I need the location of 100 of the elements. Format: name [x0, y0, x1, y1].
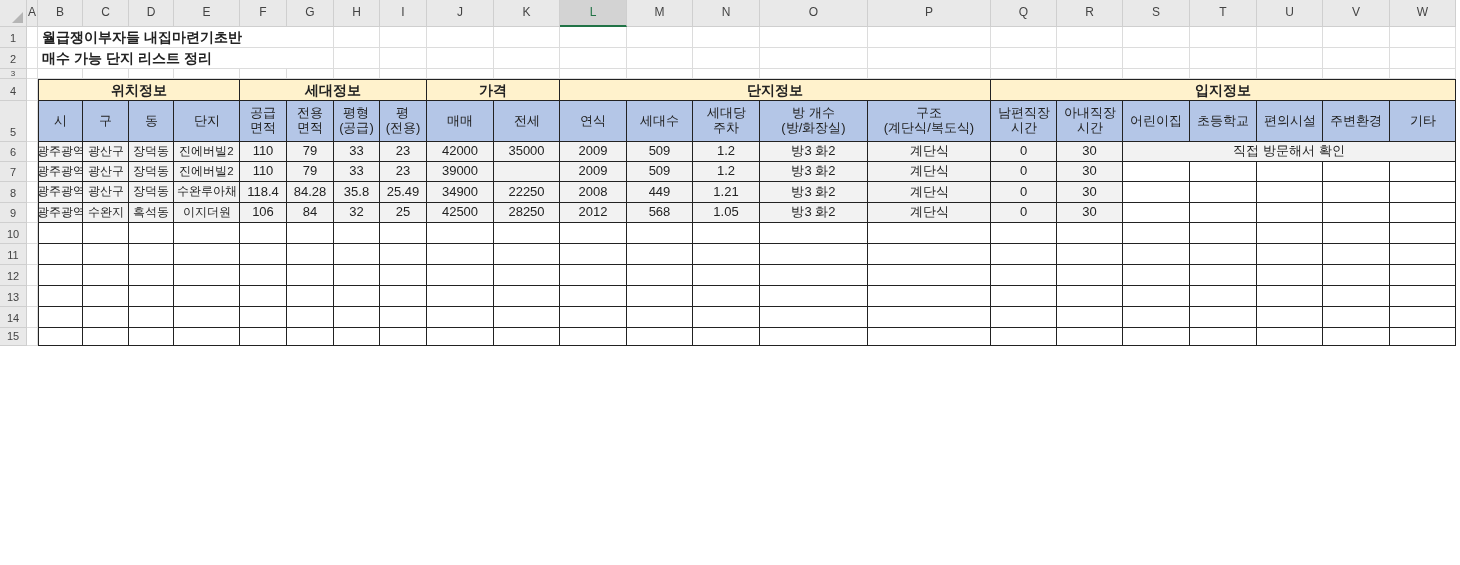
empty-cell[interactable] [760, 244, 868, 265]
empty-cell[interactable] [627, 328, 693, 346]
column-header[interactable]: A [27, 0, 38, 27]
empty-cell[interactable] [1190, 162, 1257, 182]
empty-cell[interactable] [693, 223, 760, 244]
empty-cell[interactable] [380, 265, 427, 286]
empty-cell[interactable] [1057, 223, 1123, 244]
empty-cell[interactable] [240, 265, 287, 286]
empty-cell[interactable] [560, 307, 627, 328]
column-header[interactable]: O [760, 0, 868, 27]
column-header[interactable]: D [129, 0, 174, 27]
column-header[interactable]: J [427, 0, 494, 27]
empty-cell[interactable] [240, 223, 287, 244]
column-header[interactable]: L [560, 0, 627, 27]
empty-cell[interactable] [1323, 203, 1390, 223]
empty-cell[interactable] [868, 223, 991, 244]
empty-cell[interactable] [1057, 328, 1123, 346]
column-header[interactable]: T [1190, 0, 1257, 27]
empty-cell[interactable] [1257, 203, 1323, 223]
empty-cell[interactable] [991, 307, 1057, 328]
empty-cell[interactable] [129, 223, 174, 244]
empty-cell[interactable] [693, 244, 760, 265]
empty-cell[interactable] [1123, 307, 1190, 328]
empty-cell[interactable] [494, 286, 560, 307]
empty-cell[interactable] [129, 244, 174, 265]
empty-cell[interactable] [334, 286, 380, 307]
empty-cell[interactable] [1190, 182, 1257, 203]
empty-cell[interactable] [427, 328, 494, 346]
empty-cell[interactable] [560, 265, 627, 286]
empty-cell[interactable] [1390, 203, 1456, 223]
empty-cell[interactable] [1323, 286, 1390, 307]
empty-cell[interactable] [560, 244, 627, 265]
row-header[interactable]: 12 [0, 265, 27, 286]
empty-cell[interactable] [83, 286, 129, 307]
column-header[interactable]: N [693, 0, 760, 27]
empty-cell[interactable] [991, 328, 1057, 346]
empty-cell[interactable] [868, 328, 991, 346]
empty-cell[interactable] [760, 223, 868, 244]
column-header[interactable]: U [1257, 0, 1323, 27]
empty-cell[interactable] [1190, 328, 1257, 346]
empty-cell[interactable] [991, 286, 1057, 307]
empty-cell[interactable] [868, 286, 991, 307]
column-header[interactable]: S [1123, 0, 1190, 27]
empty-cell[interactable] [1190, 286, 1257, 307]
empty-cell[interactable] [760, 265, 868, 286]
row-header[interactable]: 3 [0, 69, 27, 79]
empty-cell[interactable] [1190, 223, 1257, 244]
empty-cell[interactable] [427, 223, 494, 244]
empty-cell[interactable] [38, 328, 83, 346]
row-header[interactable]: 9 [0, 203, 27, 223]
empty-cell[interactable] [427, 307, 494, 328]
empty-cell[interactable] [1323, 244, 1390, 265]
empty-cell[interactable] [1190, 307, 1257, 328]
empty-cell[interactable] [287, 328, 334, 346]
empty-cell[interactable] [627, 286, 693, 307]
empty-cell[interactable] [427, 265, 494, 286]
empty-cell[interactable] [129, 286, 174, 307]
column-header[interactable]: W [1390, 0, 1456, 27]
column-header[interactable]: G [287, 0, 334, 27]
empty-cell[interactable] [1323, 223, 1390, 244]
column-header[interactable]: M [627, 0, 693, 27]
empty-cell[interactable] [760, 307, 868, 328]
column-header[interactable]: B [38, 0, 83, 27]
empty-cell[interactable] [627, 223, 693, 244]
empty-cell[interactable] [560, 286, 627, 307]
empty-cell[interactable] [38, 286, 83, 307]
empty-cell[interactable] [83, 265, 129, 286]
row-header[interactable]: 10 [0, 223, 27, 244]
empty-cell[interactable] [627, 307, 693, 328]
empty-cell[interactable] [83, 223, 129, 244]
empty-cell[interactable] [174, 265, 240, 286]
empty-cell[interactable] [1257, 265, 1323, 286]
empty-cell[interactable] [427, 286, 494, 307]
empty-cell[interactable] [287, 244, 334, 265]
row-header[interactable]: 2 [0, 48, 27, 69]
empty-cell[interactable] [1257, 286, 1323, 307]
empty-cell[interactable] [240, 286, 287, 307]
empty-cell[interactable] [380, 328, 427, 346]
empty-cell[interactable] [1057, 244, 1123, 265]
empty-cell[interactable] [334, 244, 380, 265]
empty-cell[interactable] [83, 328, 129, 346]
empty-cell[interactable] [1390, 244, 1456, 265]
empty-cell[interactable] [1190, 265, 1257, 286]
empty-cell[interactable] [760, 328, 868, 346]
column-header[interactable]: R [1057, 0, 1123, 27]
column-header[interactable]: C [83, 0, 129, 27]
row-header[interactable]: 14 [0, 307, 27, 328]
empty-cell[interactable] [1057, 286, 1123, 307]
column-header[interactable]: E [174, 0, 240, 27]
empty-cell[interactable] [334, 223, 380, 244]
empty-cell[interactable] [83, 307, 129, 328]
row-header[interactable]: 6 [0, 142, 27, 162]
empty-cell[interactable] [560, 328, 627, 346]
empty-cell[interactable] [560, 223, 627, 244]
empty-cell[interactable] [287, 307, 334, 328]
empty-cell[interactable] [1123, 328, 1190, 346]
empty-cell[interactable] [427, 244, 494, 265]
column-header[interactable]: H [334, 0, 380, 27]
empty-cell[interactable] [174, 286, 240, 307]
empty-cell[interactable] [1190, 244, 1257, 265]
